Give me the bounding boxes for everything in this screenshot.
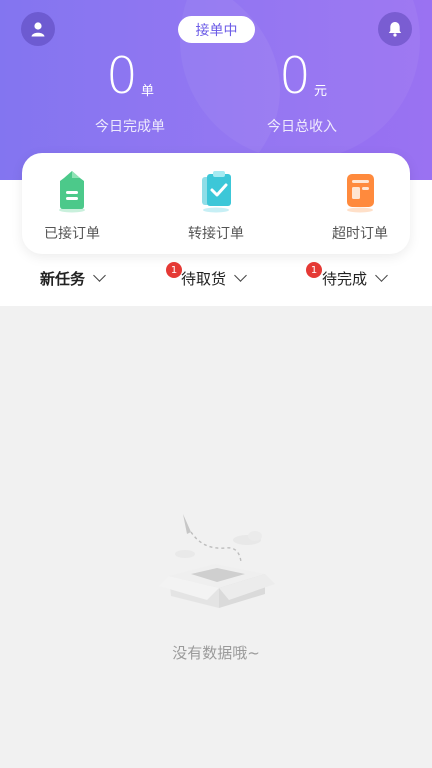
completed-unit: 单 (141, 84, 155, 99)
timeout-orders-button[interactable]: 超时订单 (310, 153, 410, 254)
empty-box-illustration (159, 514, 275, 608)
received-order-icon (59, 171, 85, 213)
chevron-down-icon (375, 269, 388, 282)
bell-icon (388, 22, 402, 37)
tab-pending-complete[interactable]: 待完成 (322, 266, 388, 290)
income-amount: 0 (279, 47, 311, 105)
empty-state-text: 没有数据哦~ (172, 644, 260, 662)
received-orders-label: 已接订单 (44, 226, 100, 242)
income-unit: 元 (314, 84, 328, 99)
timeout-order-icon (347, 174, 374, 213)
tab-label: 新任务 (40, 269, 86, 288)
completed-label: 今日完成单 (95, 119, 165, 135)
timeout-orders-label: 超时订单 (332, 226, 388, 242)
tab-badge: 1 (306, 262, 322, 278)
transfer-orders-button[interactable]: 转接订单 (166, 153, 266, 254)
profile-button[interactable] (21, 12, 55, 46)
received-orders-button[interactable]: 已接订单 (22, 153, 122, 254)
chevron-down-icon (93, 269, 106, 282)
tab-label: 待完成 (322, 269, 368, 288)
income-label: 今日总收入 (267, 119, 337, 135)
transfer-order-icon (202, 171, 231, 213)
tab-pending-pickup[interactable]: 待取货 (181, 266, 247, 290)
tab-badge: 1 (166, 262, 182, 278)
completed-count: 0 (106, 47, 138, 105)
notification-button[interactable] (378, 12, 412, 46)
user-icon (31, 22, 45, 37)
quick-actions-card: 已接订单 转接订单 超时订单 (22, 153, 410, 254)
tab-new-tasks[interactable]: 新任务 (40, 266, 106, 290)
chevron-down-icon (234, 269, 247, 282)
order-status-toggle[interactable]: 接单中 (178, 16, 255, 43)
transfer-orders-label: 转接订单 (188, 226, 244, 242)
status-label: 接单中 (195, 22, 238, 39)
tab-label: 待取货 (181, 269, 227, 288)
